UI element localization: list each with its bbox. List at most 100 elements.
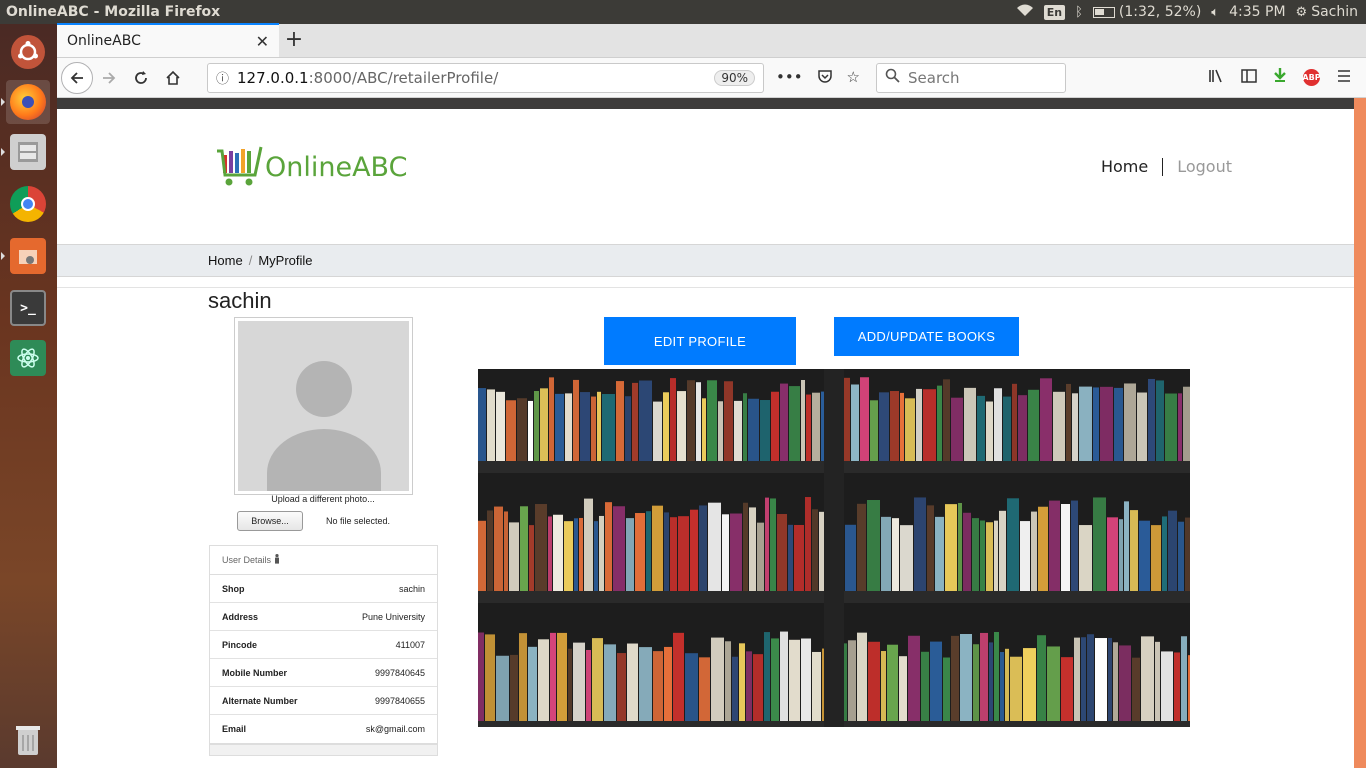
download-icon[interactable]	[1273, 67, 1287, 88]
detail-value: 9997840655	[374, 695, 425, 706]
volume-icon[interactable]: 🔈︎	[1211, 5, 1219, 20]
system-top-panel: OnlineABC - Mozilla Firefox En ᛒ (1:32, …	[0, 0, 1366, 24]
detail-row-address: Address Pune University	[210, 603, 437, 631]
detail-key: Address	[222, 611, 259, 622]
home-button[interactable]	[157, 62, 189, 94]
user-details-footer	[209, 744, 438, 756]
detail-key: Shop	[222, 583, 245, 594]
battery-icon	[1092, 6, 1115, 18]
browse-file-button[interactable]: Browse...	[237, 511, 303, 531]
reload-button[interactable]	[125, 62, 157, 94]
bluetooth-icon[interactable]: ᛒ	[1075, 5, 1083, 20]
home-icon	[166, 70, 180, 85]
detail-row-pincode: Pincode 411007	[210, 631, 437, 659]
trash-icon[interactable]	[6, 718, 50, 762]
info-icon[interactable]: ⓘ	[216, 68, 229, 87]
arrow-left-icon	[70, 71, 83, 84]
url-host: 127.0.0.1	[237, 68, 309, 87]
running-indicator	[1, 98, 5, 106]
keyboard-language-indicator[interactable]: En	[1043, 4, 1066, 20]
nav-divider	[1162, 157, 1164, 176]
site-logo[interactable]: OnlineABC	[217, 145, 407, 189]
firefox-icon[interactable]	[6, 80, 50, 124]
detail-value: sk@gmail.com	[365, 724, 425, 734]
nav-logout-link[interactable]: Logout	[1177, 157, 1232, 176]
tab-onlineabc[interactable]: OnlineABC ✕	[57, 23, 279, 57]
navigation-toolbar: ⓘ 127.0.0.1:8000/ABC/retailerProfile/ 90…	[57, 58, 1366, 98]
zoom-indicator[interactable]: 90%	[714, 69, 755, 86]
clock[interactable]: 4:35 PM	[1229, 4, 1285, 20]
tab-strip: OnlineABC ✕ +	[57, 23, 1366, 58]
sidebar-icon[interactable]	[1241, 68, 1257, 87]
tab-title: OnlineABC	[67, 33, 141, 49]
system-indicators: En ᛒ (1:32, 52%) 🔈︎ 4:35 PM ⚙ Sachin	[1016, 4, 1366, 21]
unity-launcher: >_	[0, 24, 57, 768]
bookmark-star-icon[interactable]: ☆	[847, 68, 860, 88]
person-icon	[274, 554, 280, 566]
chrome-icon[interactable]	[6, 182, 50, 226]
back-button[interactable]	[61, 61, 93, 94]
detail-key: Alternate Number	[222, 695, 298, 706]
detail-value: 411007	[395, 639, 425, 650]
detail-row-shop: Shop sachin	[210, 575, 437, 603]
file-cabinet-icon[interactable]	[6, 130, 50, 174]
breadcrumb-home[interactable]: Home	[208, 253, 243, 268]
wifi-icon[interactable]	[1016, 4, 1034, 21]
bookshelf-image	[478, 369, 1190, 727]
file-status-text: No file selected.	[326, 516, 391, 526]
library-icon[interactable]	[1208, 68, 1225, 88]
url-bar[interactable]: ⓘ 127.0.0.1:8000/ABC/retailerProfile/ 90…	[207, 62, 764, 93]
detail-value: Pune University	[361, 611, 425, 622]
battery-indicator[interactable]: (1:32, 52%)	[1092, 4, 1202, 20]
user-details-header: User Details	[210, 546, 437, 575]
search-input[interactable]: Search	[876, 62, 1066, 93]
site-nav: Home Logout	[1101, 157, 1232, 176]
breadcrumb: Home / MyProfile	[57, 244, 1354, 277]
upload-photo-label: Upload a different photo...	[271, 494, 375, 504]
detail-key: Email	[222, 724, 247, 734]
adblock-icon[interactable]: ABP	[1302, 69, 1321, 86]
search-icon	[885, 68, 900, 87]
page-viewport: OnlineABC Home Logout Home / MyProfile s…	[57, 98, 1354, 768]
avatar-placeholder-icon	[238, 321, 409, 491]
search-placeholder: Search	[908, 68, 960, 87]
arrow-right-icon	[103, 71, 116, 84]
page-scrollbar[interactable]	[1354, 98, 1366, 768]
user-details-panel: User Details Shop sachin Address Pune Un…	[209, 545, 438, 744]
url-path: :8000/ABC/retailerProfile/	[308, 68, 499, 87]
close-icon[interactable]: ✕	[256, 32, 269, 51]
site-top-strip	[57, 98, 1354, 109]
firefox-window: OnlineABC ✕ + ⓘ 127.0.0.1:8000/ABC/retai…	[57, 23, 1366, 768]
detail-key: Mobile Number	[222, 667, 288, 678]
add-update-books-button[interactable]: ADD/UPDATE BOOKS	[834, 317, 1019, 356]
profile-username: sachin	[208, 288, 272, 313]
edit-profile-button[interactable]: EDIT PROFILE	[604, 317, 796, 365]
new-tab-button[interactable]: +	[279, 23, 309, 57]
gear-icon: ⚙	[1295, 4, 1308, 20]
terminal-icon[interactable]: >_	[6, 286, 50, 330]
logo-text: OnlineABC	[265, 151, 408, 183]
shopping-cart-logo-icon	[217, 145, 263, 189]
user-name: Sachin	[1311, 4, 1358, 20]
toolbar-icons: ABP	[1208, 67, 1362, 88]
detail-row-alternate: Alternate Number 9997840655	[210, 687, 437, 715]
battery-text: (1:32, 52%)	[1118, 4, 1202, 20]
pocket-icon[interactable]	[817, 68, 833, 88]
detail-value: 9997840645	[374, 667, 425, 678]
detail-key: Pincode	[222, 639, 258, 650]
menu-icon[interactable]	[1336, 69, 1352, 87]
forward-button[interactable]	[93, 62, 125, 94]
nav-home-link[interactable]: Home	[1101, 157, 1148, 176]
more-actions-icon[interactable]: •••	[776, 68, 803, 88]
reload-icon	[135, 70, 147, 84]
ubuntu-dash-icon[interactable]	[6, 30, 50, 74]
atom-editor-icon[interactable]	[6, 336, 50, 380]
detail-row-mobile: Mobile Number 9997840645	[210, 659, 437, 687]
page-actions: ••• ☆	[776, 68, 860, 88]
site-header: OnlineABC Home Logout	[57, 109, 1354, 244]
user-menu[interactable]: ⚙ Sachin	[1296, 4, 1358, 20]
detail-row-email: Email sk@gmail.com	[210, 715, 437, 743]
file-manager-icon[interactable]	[6, 234, 50, 278]
running-indicator	[1, 148, 5, 156]
running-indicator	[1, 252, 5, 260]
